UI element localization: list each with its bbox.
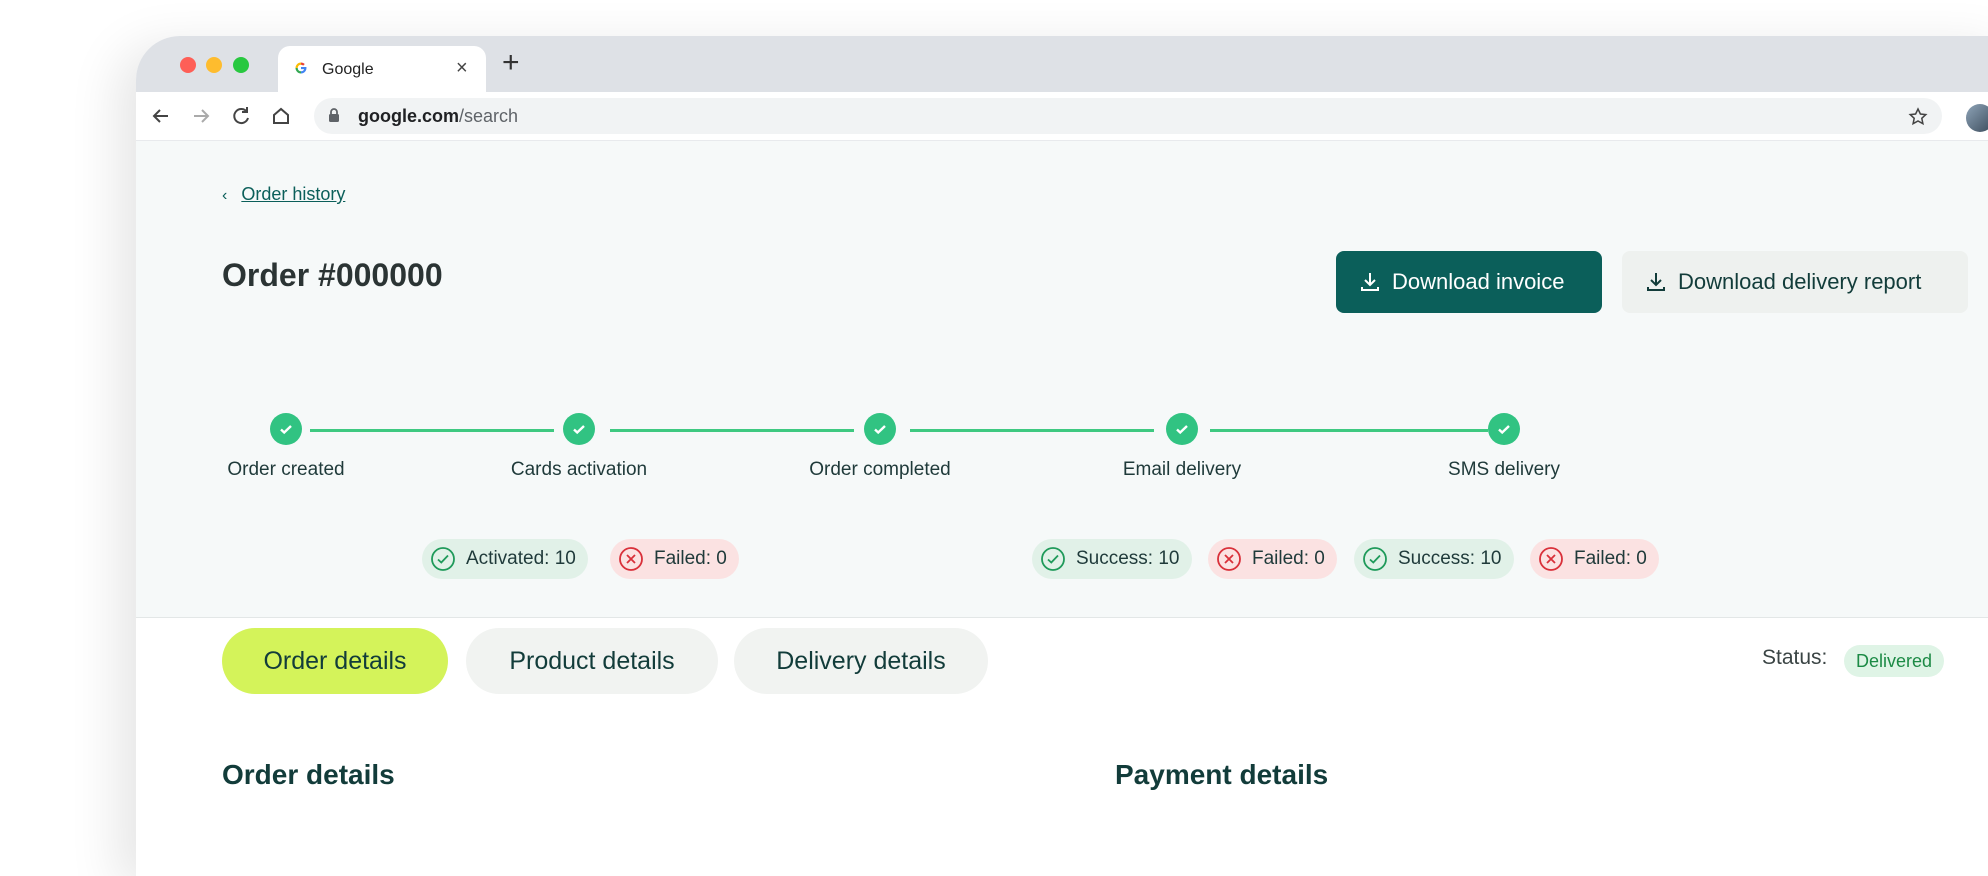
x-circle-icon	[619, 547, 643, 571]
step-connector	[1210, 429, 1488, 432]
email-failed-badge: Failed: 0	[1208, 539, 1337, 579]
tab-order-details[interactable]: Order details	[222, 628, 448, 694]
browser-window: Google × + google.com/search ‹ Order his…	[136, 36, 1988, 876]
section-heading-payment-details: Payment details	[1115, 759, 1329, 790]
address-bar[interactable]: google.com/search	[314, 98, 1942, 134]
step-label-order-created: Order created	[227, 459, 345, 480]
close-window-button[interactable]	[180, 57, 196, 73]
tab-title: Google	[322, 61, 374, 78]
sms-failed-text: Failed: 0	[1574, 548, 1647, 569]
check-circle-icon	[864, 413, 896, 445]
email-success-badge: Success: 10	[1032, 539, 1192, 579]
google-favicon-icon	[295, 62, 307, 74]
tab-delivery-details[interactable]: Delivery details	[734, 628, 988, 694]
breadcrumb[interactable]: ‹ Order history	[222, 184, 345, 205]
page-content: ‹ Order history Order #000000 Download in…	[136, 141, 1988, 876]
home-icon[interactable]	[268, 103, 294, 129]
minimize-window-button[interactable]	[206, 57, 222, 73]
step-connector	[610, 429, 854, 432]
back-arrow-icon[interactable]	[148, 103, 174, 129]
reload-icon[interactable]	[228, 103, 254, 129]
download-invoice-button[interactable]: Download invoice	[1336, 251, 1602, 313]
check-circle-icon	[1488, 413, 1520, 445]
step-label-order-completed: Order completed	[809, 459, 951, 480]
page-title: Order #000000	[222, 257, 443, 293]
step-connector	[310, 429, 554, 432]
url-path: /search	[459, 106, 519, 126]
activation-failed-badge: Failed: 0	[610, 539, 739, 579]
tab-strip: Google × +	[136, 36, 1988, 92]
check-circle-icon	[1166, 413, 1198, 445]
breadcrumb-link-order-history[interactable]: Order history	[241, 184, 345, 204]
url-text: google.com/search	[358, 106, 518, 127]
order-header-panel: ‹ Order history Order #000000 Download in…	[136, 141, 1988, 618]
chevron-left-icon: ‹	[222, 187, 228, 204]
step-label-cards-activation: Cards activation	[510, 459, 648, 480]
close-tab-icon[interactable]: ×	[456, 57, 468, 80]
browser-toolbar: google.com/search	[136, 92, 1988, 141]
status-badge: Delivered	[1844, 645, 1945, 677]
x-circle-icon	[1539, 547, 1563, 571]
check-circle-icon	[270, 413, 302, 445]
url-domain: google.com	[358, 106, 460, 126]
forward-arrow-icon[interactable]	[188, 103, 214, 129]
status-label: Status:	[1762, 646, 1828, 669]
step-connector	[910, 429, 1154, 432]
zoom-window-button[interactable]	[233, 57, 249, 73]
check-circle-outline-icon	[1041, 547, 1065, 571]
activated-count-text: Activated: 10	[466, 548, 576, 569]
sms-success-text: Success: 10	[1398, 548, 1502, 569]
download-delivery-report-button[interactable]: Download delivery report	[1622, 251, 1968, 313]
x-circle-icon	[1217, 547, 1241, 571]
email-success-text: Success: 10	[1076, 548, 1180, 569]
download-icon	[1647, 273, 1665, 291]
bookmark-star-icon[interactable]	[1908, 106, 1928, 128]
profile-avatar[interactable]	[1966, 104, 1988, 132]
download-delivery-report-label: Download delivery report	[1678, 269, 1922, 294]
new-tab-button[interactable]: +	[502, 48, 520, 78]
activation-failed-text: Failed: 0	[654, 548, 727, 569]
check-circle-outline-icon	[1363, 547, 1387, 571]
activated-count-badge: Activated: 10	[422, 539, 588, 579]
download-invoice-label: Download invoice	[1392, 269, 1565, 294]
email-failed-text: Failed: 0	[1252, 548, 1325, 569]
download-icon	[1361, 273, 1379, 291]
sms-failed-badge: Failed: 0	[1530, 539, 1659, 579]
section-heading-order-details: Order details	[222, 759, 395, 790]
sms-success-badge: Success: 10	[1354, 539, 1514, 579]
check-circle-icon	[563, 413, 595, 445]
browser-tab[interactable]: Google ×	[278, 46, 486, 92]
step-label-email-delivery: Email delivery	[1122, 459, 1242, 480]
check-circle-outline-icon	[431, 547, 455, 571]
step-label-sms-delivery: SMS delivery	[1448, 459, 1560, 480]
tab-product-details[interactable]: Product details	[466, 628, 718, 694]
lock-icon	[329, 108, 339, 122]
